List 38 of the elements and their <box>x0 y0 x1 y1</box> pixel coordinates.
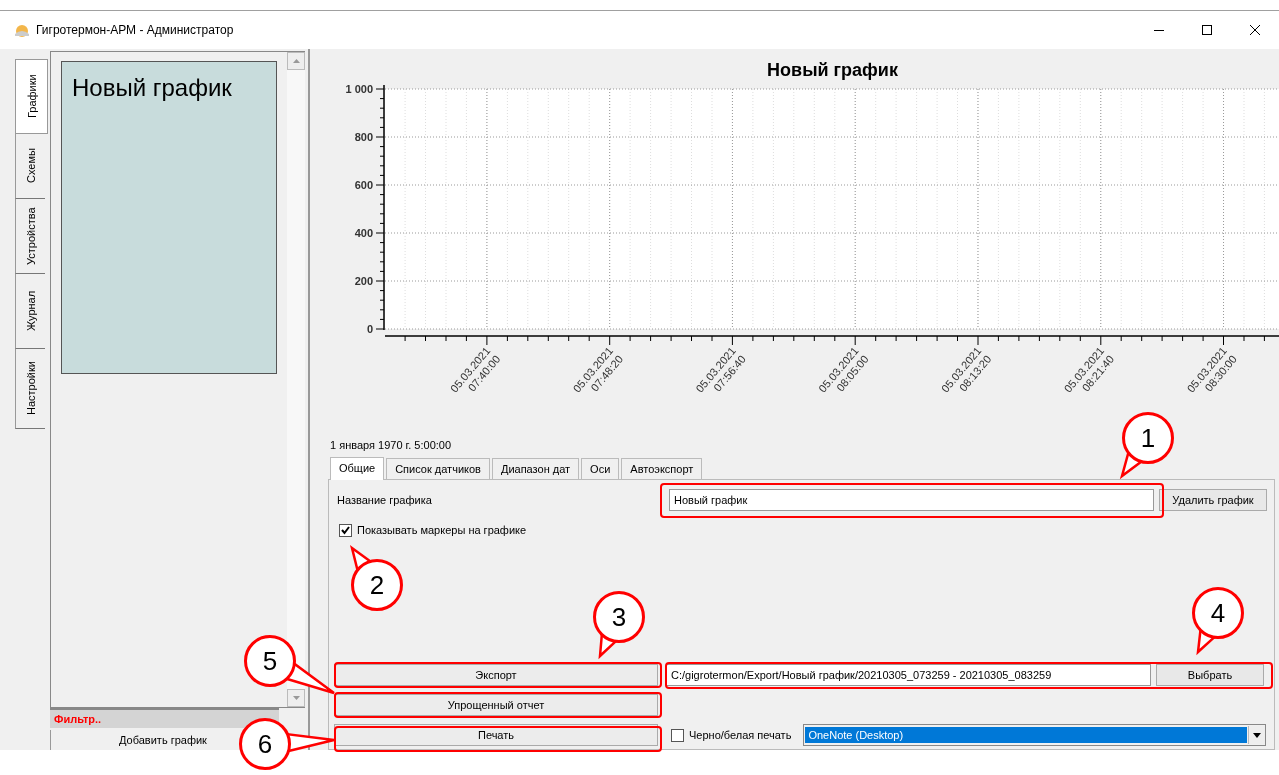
side-tab[interactable]: Устройства <box>15 199 45 274</box>
side-tab[interactable]: Журнал <box>15 274 45 349</box>
tick-label: 0 <box>366 323 373 335</box>
choose-button[interactable]: Выбрать <box>1156 664 1264 686</box>
dropdown-caret-icon[interactable] <box>1253 732 1261 738</box>
settings-tab[interactable]: Оси <box>581 458 620 479</box>
export-path-field[interactable]: C:/gigrotermon/Export/Новый график/20210305_073259 - 20210305_083259 <box>666 664 1151 686</box>
field-label: Название графика <box>336 494 433 506</box>
settings-tab[interactable]: Диапазон дат <box>491 458 580 479</box>
side-tab[interactable]: Графики <box>15 59 48 134</box>
close-icon[interactable] <box>1250 25 1260 35</box>
printer-dropdown[interactable]: OneNote (Desktop) <box>803 724 1266 746</box>
chart-title: Новый график <box>767 60 898 80</box>
tick-label: 600 <box>354 179 373 191</box>
callout-number: 6 <box>239 718 291 770</box>
export-button[interactable]: Экспорт <box>334 664 658 686</box>
tick-label: 200 <box>354 275 373 287</box>
checkbox-label: Показывать маркеры на графике <box>357 524 527 536</box>
print-button[interactable]: Печать <box>334 724 658 746</box>
side-tab[interactable]: Схемы <box>15 134 45 199</box>
simple-report-button[interactable]: Упрощенный отчет <box>334 694 658 716</box>
graph-name-field[interactable]: Новый график <box>669 489 1154 511</box>
checkbox[interactable] <box>339 523 352 537</box>
maximize-icon[interactable] <box>1202 25 1212 35</box>
app-logo-icon <box>14 23 30 37</box>
settings-tab[interactable]: Общие <box>330 457 385 480</box>
graph-card[interactable]: Новый график <box>61 61 277 374</box>
checkbox-label: Черно/белая печать <box>689 729 792 741</box>
window-title: Гигротермон-АРМ - Администратор <box>36 23 234 37</box>
tick-label: 400 <box>354 227 373 239</box>
tick-label: 800 <box>354 131 373 143</box>
settings-tab[interactable]: Автоэкспорт <box>621 458 703 479</box>
side-tab[interactable]: Настройки <box>15 349 45 429</box>
settings-tab[interactable]: Список датчиков <box>386 458 490 479</box>
delete-graph-button[interactable]: Удалить график <box>1159 489 1267 511</box>
tick-label: 1 000 <box>345 83 373 95</box>
cursor-time: 1 января 1970 г. 5:00:00 <box>330 439 452 451</box>
checkbox[interactable] <box>671 728 684 742</box>
